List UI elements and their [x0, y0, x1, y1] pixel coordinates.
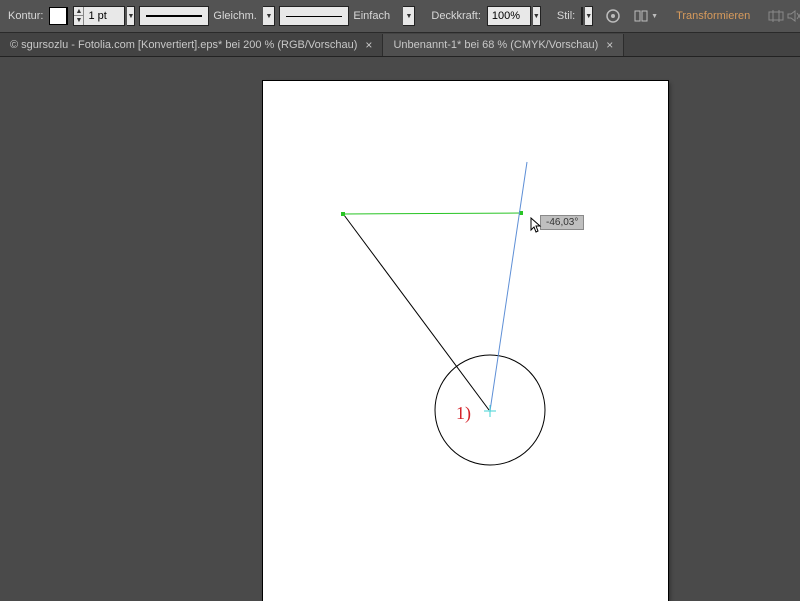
- align-dropdown[interactable]: ▼: [651, 6, 658, 26]
- stepper-down-icon[interactable]: ▼: [74, 16, 83, 25]
- tab-document-1[interactable]: © sgursozlu - Fotolia.com [Konvertiert].…: [0, 34, 383, 56]
- brush-label: Einfach: [353, 10, 403, 22]
- stroke-weight-dropdown[interactable]: ▼: [127, 6, 135, 26]
- brush-caret[interactable]: ▼: [403, 6, 415, 26]
- style-label: Stil:: [553, 10, 579, 22]
- angle-readout: -46,03°: [540, 215, 584, 230]
- isolate-icon[interactable]: [768, 4, 784, 28]
- speaker-off-icon[interactable]: [786, 4, 800, 28]
- options-toolbar: Kontur: ▲▼ ▼ Gleichm. ▼ Einfach ▼ Deckkr…: [0, 0, 800, 33]
- blue-preview-line: [490, 162, 527, 411]
- style-dropdown[interactable]: ▼: [585, 6, 593, 26]
- document-tabs: © sgursozlu - Fotolia.com [Konvertiert].…: [0, 33, 800, 57]
- brush-dropdown[interactable]: [279, 6, 349, 26]
- stepper-up-icon[interactable]: ▲: [74, 7, 83, 16]
- stroke-weight-input[interactable]: ▲▼: [73, 6, 125, 26]
- cursor-icon: [530, 217, 544, 233]
- stroke-swatch[interactable]: [49, 7, 68, 25]
- green-guide-line: [343, 213, 521, 214]
- tab-label: © sgursozlu - Fotolia.com [Konvertiert].…: [10, 39, 357, 51]
- stroke-profile-label: Gleichm.: [213, 10, 263, 22]
- opacity-label: Deckkraft:: [427, 10, 485, 22]
- stroke-profile-dropdown[interactable]: [139, 6, 209, 26]
- transform-link[interactable]: Transformieren: [670, 10, 756, 22]
- stroke-weight-field[interactable]: [84, 7, 124, 25]
- recolor-artwork-icon[interactable]: [605, 4, 621, 28]
- close-icon[interactable]: ×: [365, 38, 372, 52]
- black-path[interactable]: [344, 215, 489, 410]
- stroke-label: Kontur:: [4, 10, 47, 22]
- close-icon[interactable]: ×: [606, 38, 613, 52]
- stroke-profile-caret[interactable]: ▼: [263, 6, 275, 26]
- opacity-field[interactable]: [488, 7, 530, 25]
- step-number-label: 1): [456, 403, 471, 424]
- tab-label: Unbenannt-1* bei 68 % (CMYK/Vorschau): [393, 39, 598, 51]
- canvas-area[interactable]: 1) -46,03°: [0, 57, 800, 600]
- opacity-dropdown[interactable]: ▼: [533, 6, 541, 26]
- align-icon[interactable]: [633, 4, 649, 28]
- tab-document-2[interactable]: Unbenannt-1* bei 68 % (CMYK/Vorschau) ×: [383, 34, 624, 56]
- anchor-point[interactable]: [341, 212, 345, 216]
- style-swatch[interactable]: [581, 7, 583, 25]
- smart-guide-cross: [484, 405, 496, 417]
- drawing-overlay: [263, 81, 668, 601]
- opacity-input[interactable]: [487, 6, 531, 26]
